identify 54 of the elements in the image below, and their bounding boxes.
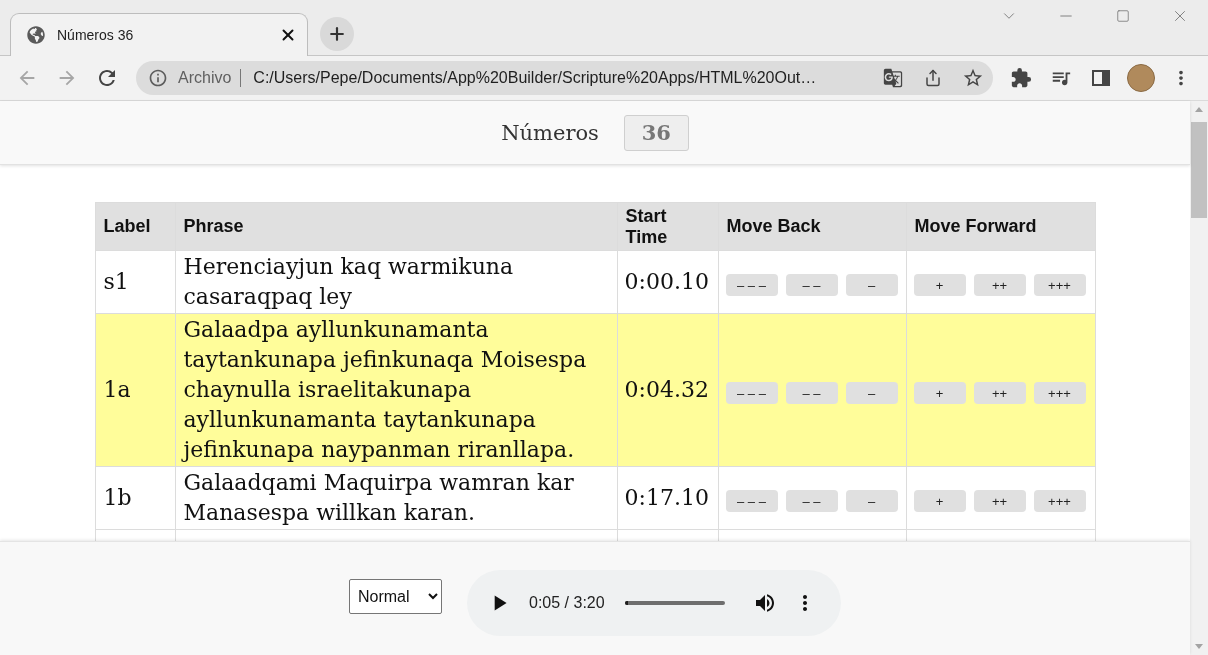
phrase-cell: Galaadpa ayllunkunamanta taytankunapa jefinkunaqa Moisespa chaynulla israelitakunapa ayllunkunamanta taytankunapa jefinkunapa naypanman riranllapa. [175,313,617,467]
move-forward-button[interactable]: + [913,274,966,296]
move-forward-button[interactable]: + [913,490,966,512]
plus-icon [327,24,347,44]
move-forward-button[interactable]: ++ [973,274,1026,296]
speed-select[interactable]: Normal [349,579,442,614]
progress-track[interactable] [624,600,725,605]
label-cell: s1 [95,250,175,314]
time-cell: 0:17.10 [617,466,718,530]
time-display: 0:05 / 3:20 [529,593,605,612]
move-forward-button[interactable]: +++ [1033,382,1086,404]
phrase-cell: Galaadqami Maquirpa wamran kar Manasespa willkan karan. [175,466,617,530]
new-tab-button[interactable] [320,17,354,51]
browser-tab[interactable]: Números 36 [10,13,308,56]
column-header: Move Back [718,202,906,251]
move-back-button[interactable]: – [845,274,898,296]
side-panel-icon[interactable] [1092,70,1110,86]
time-cell: 0:04.32 [617,313,718,467]
address-bar[interactable]: Archivo C:/Users/Pepe/Documents/App%20Builder/Scripture%20Apps/HTML%20Out… [136,61,993,95]
column-header: Label [95,202,175,251]
star-icon[interactable] [962,67,984,89]
info-icon[interactable] [148,68,168,88]
time-cell: 0:00.10 [617,250,718,314]
label-cell: 1a [95,313,175,467]
puzzle-icon[interactable] [1010,67,1032,89]
column-header: Move Forward [906,202,1095,251]
move-forward-button[interactable]: + [913,382,966,404]
label-cell: 1b [95,466,175,530]
table-row[interactable]: s1 Herenciayjun kaq warmikuna casaraqpaq ley 0:00.10 – – – – – – + ++ +++ [95,250,1095,314]
column-header: Start Time [617,202,718,251]
profile-avatar[interactable] [1127,64,1155,92]
move-back-button[interactable]: – – – [725,274,778,296]
move-forward-button[interactable]: ++ [973,382,1026,404]
move-back-button[interactable]: – [845,382,898,404]
move-back-button[interactable]: – – [785,490,838,512]
move-forward-button[interactable]: +++ [1033,490,1086,512]
table-row[interactable]: 1b Galaadqami Maquirpa wamran kar Manasespa willkan karan. 0:17.10 – – – – – – + ++ +++ [95,466,1095,530]
column-header: Phrase [175,202,617,251]
book-title: Números [501,120,599,145]
chapter-button[interactable]: 36 [623,114,689,151]
close-icon[interactable] [279,26,297,44]
globe-icon [27,26,45,44]
move-back-button[interactable]: – – – [725,382,778,404]
scrollbar-thumb[interactable] [1191,122,1207,218]
phrase-cell: Herenciayjun kaq warmikuna casaraqpaq ley [175,250,617,314]
translate-icon[interactable] [883,68,903,88]
table-row[interactable]: 1a Galaadpa ayllunkunamanta taytankunapa jefinkunaqa Moisespa chaynulla israelitakunapa ayllunkunamanta taytankunapa jefinkunapa naypanman riranllapa. 0:04.32 – – – – – – + ++ +++ [95,313,1095,467]
share-icon[interactable] [924,69,942,87]
move-forward-button[interactable]: +++ [1033,274,1086,296]
move-back-button[interactable]: – – – [725,490,778,512]
move-forward-button[interactable]: ++ [973,490,1026,512]
move-back-button[interactable]: – [845,490,898,512]
move-back-button[interactable]: – – [785,382,838,404]
move-back-button[interactable]: – – [785,274,838,296]
